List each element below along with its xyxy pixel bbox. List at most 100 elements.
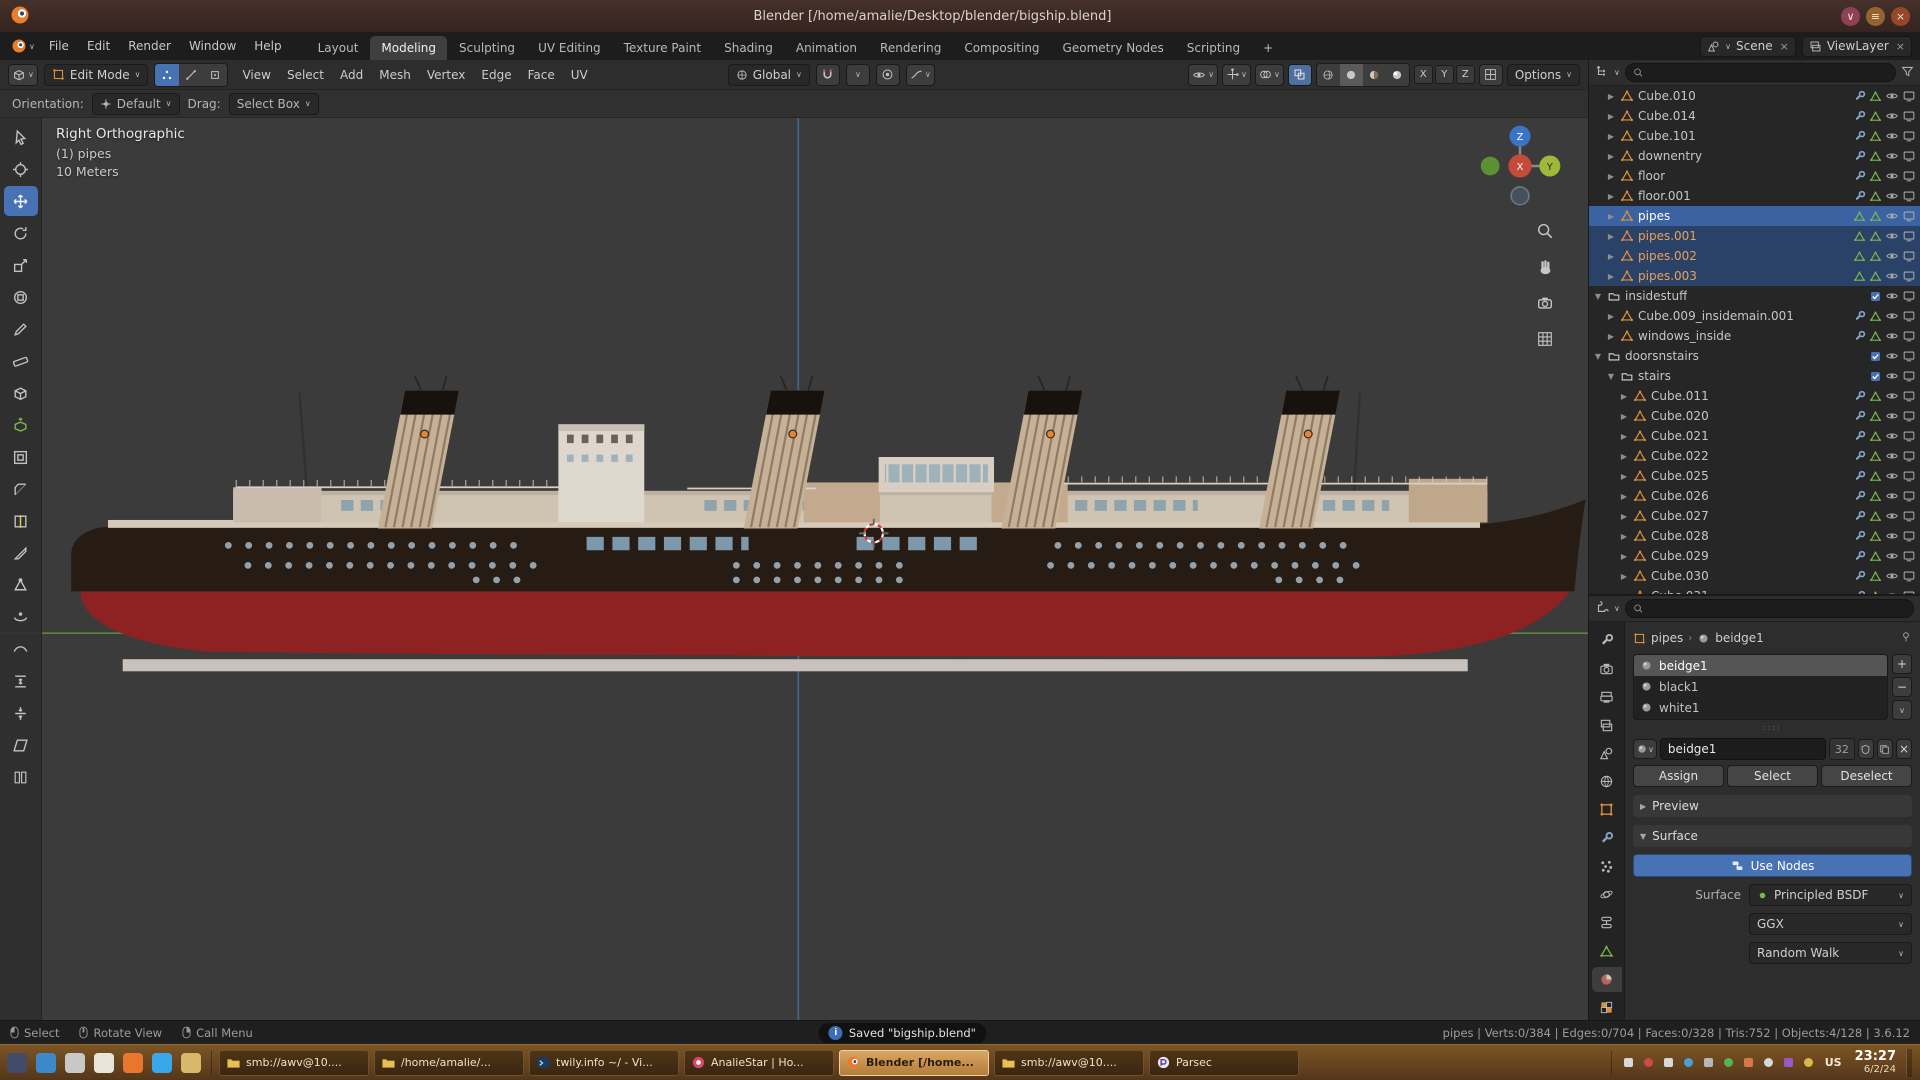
- disclosure-right-icon[interactable]: ▶: [1617, 492, 1631, 501]
- outliner-row[interactable]: ▶Cube.010: [1589, 86, 1920, 106]
- workspace-tab-compositing[interactable]: Compositing: [953, 36, 1050, 60]
- eye-icon[interactable]: [1885, 449, 1899, 463]
- outliner-row[interactable]: ▶Cube.027: [1589, 506, 1920, 526]
- meshdata-icon[interactable]: [1869, 450, 1882, 463]
- tool-smooth[interactable]: [4, 634, 38, 664]
- mode-dropdown[interactable]: Edit Mode ∨: [44, 64, 149, 86]
- wrench-icon[interactable]: [1853, 550, 1866, 563]
- meshdata-icon[interactable]: [1869, 590, 1882, 595]
- tool-transform[interactable]: [4, 282, 38, 312]
- tool-poly-build[interactable]: [4, 570, 38, 600]
- eye-icon[interactable]: [1885, 329, 1899, 343]
- screen-icon[interactable]: [1902, 269, 1916, 283]
- meshdata-icon[interactable]: [1869, 250, 1882, 263]
- outliner-editor-icon[interactable]: [1595, 64, 1609, 81]
- outliner-row[interactable]: ▶pipes.001: [1589, 226, 1920, 246]
- snap-toggle-button[interactable]: [816, 64, 840, 86]
- eye-icon[interactable]: [1885, 169, 1899, 183]
- wrench-icon[interactable]: [1853, 590, 1866, 595]
- outliner-row[interactable]: ▶Cube.031: [1589, 586, 1920, 594]
- remove-slot-button[interactable]: −: [1892, 677, 1912, 697]
- screen-icon[interactable]: [1902, 469, 1916, 483]
- viewport-menu-face[interactable]: Face: [520, 64, 563, 86]
- tool-extrude-region[interactable]: [4, 410, 38, 440]
- screen-icon[interactable]: [1902, 129, 1916, 143]
- eye-icon[interactable]: [1885, 109, 1899, 123]
- select-button[interactable]: Select: [1727, 765, 1818, 787]
- material-slot[interactable]: white1: [1634, 697, 1887, 718]
- wrench-icon[interactable]: [1853, 450, 1866, 463]
- clock[interactable]: 23:27 6/2/24: [1855, 1050, 1896, 1075]
- outliner-row[interactable]: ▶pipes.002: [1589, 246, 1920, 266]
- unlink-material-button[interactable]: ×: [1896, 739, 1912, 759]
- material-name-input[interactable]: [1660, 738, 1826, 760]
- menu-render[interactable]: Render: [119, 35, 180, 57]
- meshdata-icon[interactable]: [1869, 150, 1882, 163]
- properties-tab-tool[interactable]: [1592, 628, 1622, 653]
- meshdata-icon[interactable]: [1869, 270, 1882, 283]
- tool-bevel[interactable]: [4, 474, 38, 504]
- outliner-search-input[interactable]: [1648, 66, 1888, 79]
- tray-indicator-9-icon[interactable]: [1781, 1055, 1796, 1070]
- checkbox-icon[interactable]: [1869, 370, 1882, 383]
- tray-indicator-4-icon[interactable]: [1681, 1055, 1696, 1070]
- viewport-menu-select[interactable]: Select: [279, 64, 332, 86]
- meshdata-icon[interactable]: [1853, 270, 1866, 283]
- meshdata-icon[interactable]: [1869, 110, 1882, 123]
- outliner-row[interactable]: ▶Cube.014: [1589, 106, 1920, 126]
- workspace-tab-rendering[interactable]: Rendering: [869, 36, 952, 60]
- disclosure-right-icon[interactable]: ▶: [1617, 512, 1631, 521]
- tool-rotate[interactable]: [4, 218, 38, 248]
- disclosure-down-icon[interactable]: ▼: [1604, 372, 1618, 381]
- eye-icon[interactable]: [1885, 249, 1899, 263]
- fake-user-shield-icon[interactable]: [1858, 739, 1874, 759]
- wrench-icon[interactable]: [1853, 170, 1866, 183]
- outliner-row[interactable]: ▼insidestuff: [1589, 286, 1920, 306]
- assign-button[interactable]: Assign: [1633, 765, 1724, 787]
- axis-toggle-x[interactable]: X: [1414, 65, 1433, 84]
- subsurface-method-dropdown[interactable]: Random Walk ∨: [1749, 942, 1912, 964]
- wrench-icon[interactable]: [1853, 490, 1866, 503]
- workspace-tab-shading[interactable]: Shading: [713, 36, 784, 60]
- screen-icon[interactable]: [1902, 209, 1916, 223]
- add-slot-button[interactable]: +: [1892, 654, 1912, 674]
- launcher-terminal[interactable]: [62, 1050, 88, 1076]
- tray-indicator-5-icon[interactable]: [1701, 1055, 1716, 1070]
- disclosure-right-icon[interactable]: ▶: [1617, 452, 1631, 461]
- tray-indicator-8-icon[interactable]: [1761, 1055, 1776, 1070]
- eye-icon[interactable]: [1885, 309, 1899, 323]
- axis-toggle-z[interactable]: Z: [1456, 65, 1475, 84]
- wireframe-shading-button[interactable]: [1317, 64, 1340, 86]
- screen-icon[interactable]: [1902, 109, 1916, 123]
- viewport-scene[interactable]: [0, 118, 1588, 1020]
- tray-indicator-3-icon[interactable]: [1661, 1055, 1676, 1070]
- properties-tab-particles[interactable]: [1592, 854, 1622, 879]
- properties-tab-constraints[interactable]: [1592, 910, 1622, 935]
- wrench-icon[interactable]: [1853, 150, 1866, 163]
- properties-tab-texture[interactable]: [1592, 995, 1622, 1020]
- browse-material-dropdown[interactable]: ∨: [1633, 739, 1657, 759]
- eye-icon[interactable]: [1885, 429, 1899, 443]
- camera-view-icon[interactable]: [1532, 290, 1558, 316]
- proportional-editing-button[interactable]: [876, 64, 900, 86]
- tray-indicator-1-icon[interactable]: [1621, 1055, 1636, 1070]
- viewport-menu-add[interactable]: Add: [332, 64, 371, 86]
- wrench-icon[interactable]: [1853, 410, 1866, 423]
- screen-icon[interactable]: [1902, 589, 1916, 594]
- meshdata-icon[interactable]: [1869, 490, 1882, 503]
- deselect-button[interactable]: Deselect: [1821, 765, 1912, 787]
- viewport-3d[interactable]: Right Orthographic (1) pipes 10 Meters Z: [0, 118, 1588, 1020]
- eye-icon[interactable]: [1885, 569, 1899, 583]
- taskbar-window-parsec[interactable]: Parsec: [1149, 1050, 1299, 1076]
- eye-icon[interactable]: [1885, 349, 1899, 363]
- outliner-row[interactable]: ▶Cube.022: [1589, 446, 1920, 466]
- disclosure-right-icon[interactable]: ▶: [1604, 172, 1618, 181]
- options-dropdown[interactable]: Options∨: [1507, 64, 1580, 86]
- screen-icon[interactable]: [1902, 309, 1916, 323]
- menu-help[interactable]: Help: [245, 35, 290, 57]
- disclosure-right-icon[interactable]: ▶: [1604, 212, 1618, 221]
- scene-unlink-icon[interactable]: ×: [1780, 40, 1789, 53]
- taskbar-window-folder[interactable]: smb://awv@10....: [994, 1050, 1144, 1076]
- keyboard-layout[interactable]: US: [1822, 1056, 1845, 1069]
- eye-icon[interactable]: [1885, 389, 1899, 403]
